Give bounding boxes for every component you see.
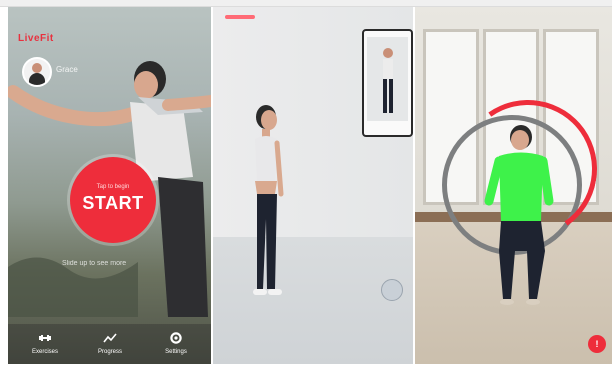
dumbbell-icon <box>39 335 51 341</box>
tab-label: Exercises <box>31 349 58 355</box>
gear-icon <box>170 332 182 344</box>
pose-tracking-panel: ! <box>415 7 612 364</box>
alert-badge[interactable]: ! <box>588 335 606 353</box>
mini-person-figure <box>383 48 393 113</box>
standing-person-figure <box>253 105 284 295</box>
tracked-person-figure <box>484 125 554 305</box>
chart-icon <box>103 333 117 343</box>
hint-text: Slide up to see more <box>62 260 127 267</box>
camera-preview-panel <box>213 7 413 364</box>
exercise-ball <box>381 279 403 301</box>
avatar-body <box>29 73 45 85</box>
start-button-sublabel: Tap to begin <box>96 184 130 190</box>
avatar-head <box>32 63 42 73</box>
app-brand-logo: LiveFit <box>18 33 54 44</box>
top-divider <box>0 0 612 7</box>
app-screenshot-collage: LiveFit Grace Tap to begin START Slide u… <box>0 0 612 367</box>
tab-settings[interactable]: Settings <box>146 331 206 355</box>
bottom-tab-bar: Exercises Progress Settings <box>8 324 211 364</box>
tab-progress[interactable]: Progress <box>80 331 140 355</box>
start-button-label: START <box>82 193 144 213</box>
mini-camera-preview[interactable] <box>362 29 413 137</box>
tab-exercises[interactable]: Exercises <box>15 331 75 355</box>
app-brand-strip <box>225 15 255 19</box>
tab-label: Settings <box>165 349 187 355</box>
avatar[interactable] <box>22 57 52 87</box>
home-screen-panel: LiveFit Grace Tap to begin START Slide u… <box>8 7 211 364</box>
tab-label: Progress <box>97 349 122 355</box>
username: Grace <box>56 65 78 74</box>
start-button[interactable]: Tap to begin START <box>70 157 156 243</box>
